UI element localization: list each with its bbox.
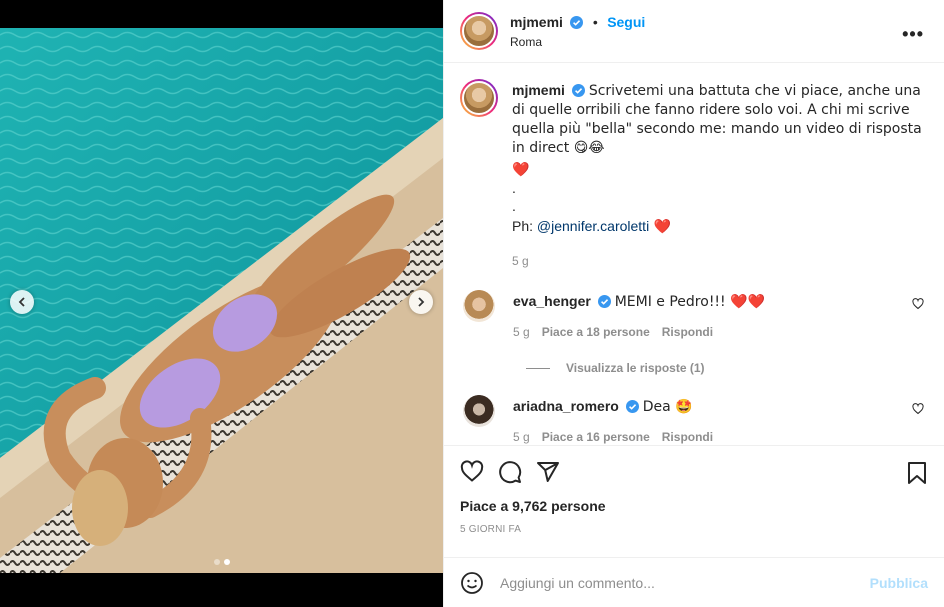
- mention-link[interactable]: @jennifer.caroletti: [537, 218, 649, 234]
- reply-button[interactable]: Rispondi: [662, 428, 713, 445]
- comments-section: mjmemi Scrivetemi una battuta che vi pia…: [444, 63, 944, 446]
- comment-username[interactable]: ariadna_romero: [513, 398, 619, 414]
- comment-input[interactable]: Aggiungi un commento...: [500, 575, 870, 591]
- post-time-ago: 5 GIORNI FA: [460, 524, 522, 535]
- bookmark-icon[interactable]: [906, 461, 928, 485]
- verified-badge-icon: [570, 15, 584, 29]
- caption-heart: ❤️: [512, 162, 530, 178]
- credit-heart: ❤️: [649, 219, 672, 235]
- caption-username[interactable]: mjmemi: [512, 82, 565, 98]
- like-comment-heart-icon[interactable]: [912, 403, 924, 415]
- carousel-dot: [213, 559, 220, 565]
- verified-badge-icon: [597, 295, 611, 308]
- caption: mjmemi Scrivetemi una battuta che vi pia…: [460, 79, 928, 270]
- chevron-right-icon: [418, 297, 425, 307]
- comment-likes[interactable]: Piace a 16 persone: [542, 428, 650, 445]
- carousel-indicator: [0, 559, 443, 565]
- like-heart-icon[interactable]: [460, 460, 484, 484]
- avatar[interactable]: [463, 290, 495, 322]
- share-plane-icon[interactable]: [536, 460, 560, 484]
- carousel-dot-active: [223, 559, 230, 565]
- verified-badge-icon: [571, 84, 585, 97]
- avatar[interactable]: [460, 12, 498, 50]
- post-username[interactable]: mjmemi: [510, 14, 563, 30]
- carousel-prev-button[interactable]: [10, 290, 34, 314]
- avatar[interactable]: [460, 79, 498, 117]
- view-replies-button[interactable]: Visualizza le risposte (1): [526, 361, 928, 375]
- caption-dot: .: [512, 198, 516, 214]
- chevron-left-icon: [18, 297, 25, 307]
- comment-time: 5 g: [513, 325, 530, 339]
- comment: eva_henger MEMI e Pedro!!! ❤️❤️ 5 g Piac…: [460, 290, 928, 341]
- like-comment-heart-icon[interactable]: [912, 298, 924, 310]
- post-photo: [0, 28, 443, 573]
- comment-likes[interactable]: Piace a 18 persone: [542, 323, 650, 341]
- caption-dot: .: [512, 180, 516, 196]
- separator: •: [592, 13, 598, 30]
- follow-button[interactable]: Segui: [607, 14, 645, 30]
- post-photo-illustration: [0, 28, 443, 573]
- post-header: mjmemi • Segui Roma •••: [444, 0, 944, 63]
- post-panel: mjmemi • Segui Roma ••• mjmemi Scrivetem…: [443, 0, 944, 607]
- verified-badge-icon: [625, 400, 639, 413]
- comment-bubble-icon[interactable]: [498, 460, 522, 484]
- comment-text: MEMI e Pedro!!! ❤️❤️: [614, 294, 765, 310]
- photo-credit-label: Ph:: [512, 218, 537, 234]
- location-link[interactable]: Roma: [510, 35, 645, 49]
- comment-username[interactable]: eva_henger: [513, 293, 591, 309]
- more-options-icon[interactable]: •••: [902, 24, 924, 45]
- emoji-smiley-icon[interactable]: [460, 571, 484, 595]
- comment-text: Dea 🤩: [642, 399, 693, 415]
- view-replies-label: Visualizza le risposte (1): [566, 361, 705, 375]
- carousel-next-button[interactable]: [409, 290, 433, 314]
- reply-button[interactable]: Rispondi: [662, 323, 713, 341]
- comment: ariadna_romero Dea 🤩 5 g Piace a 16 pers…: [460, 395, 928, 445]
- post-likes-count[interactable]: Piace a 9,762 persone: [444, 498, 944, 514]
- publish-button[interactable]: Pubblica: [870, 575, 928, 591]
- add-comment-bar: Aggiungi un commento... Pubblica: [444, 557, 944, 607]
- comment-time: 5 g: [513, 430, 530, 444]
- action-bar: [444, 446, 944, 498]
- caption-time: 5 g: [512, 254, 529, 268]
- avatar[interactable]: [463, 395, 495, 427]
